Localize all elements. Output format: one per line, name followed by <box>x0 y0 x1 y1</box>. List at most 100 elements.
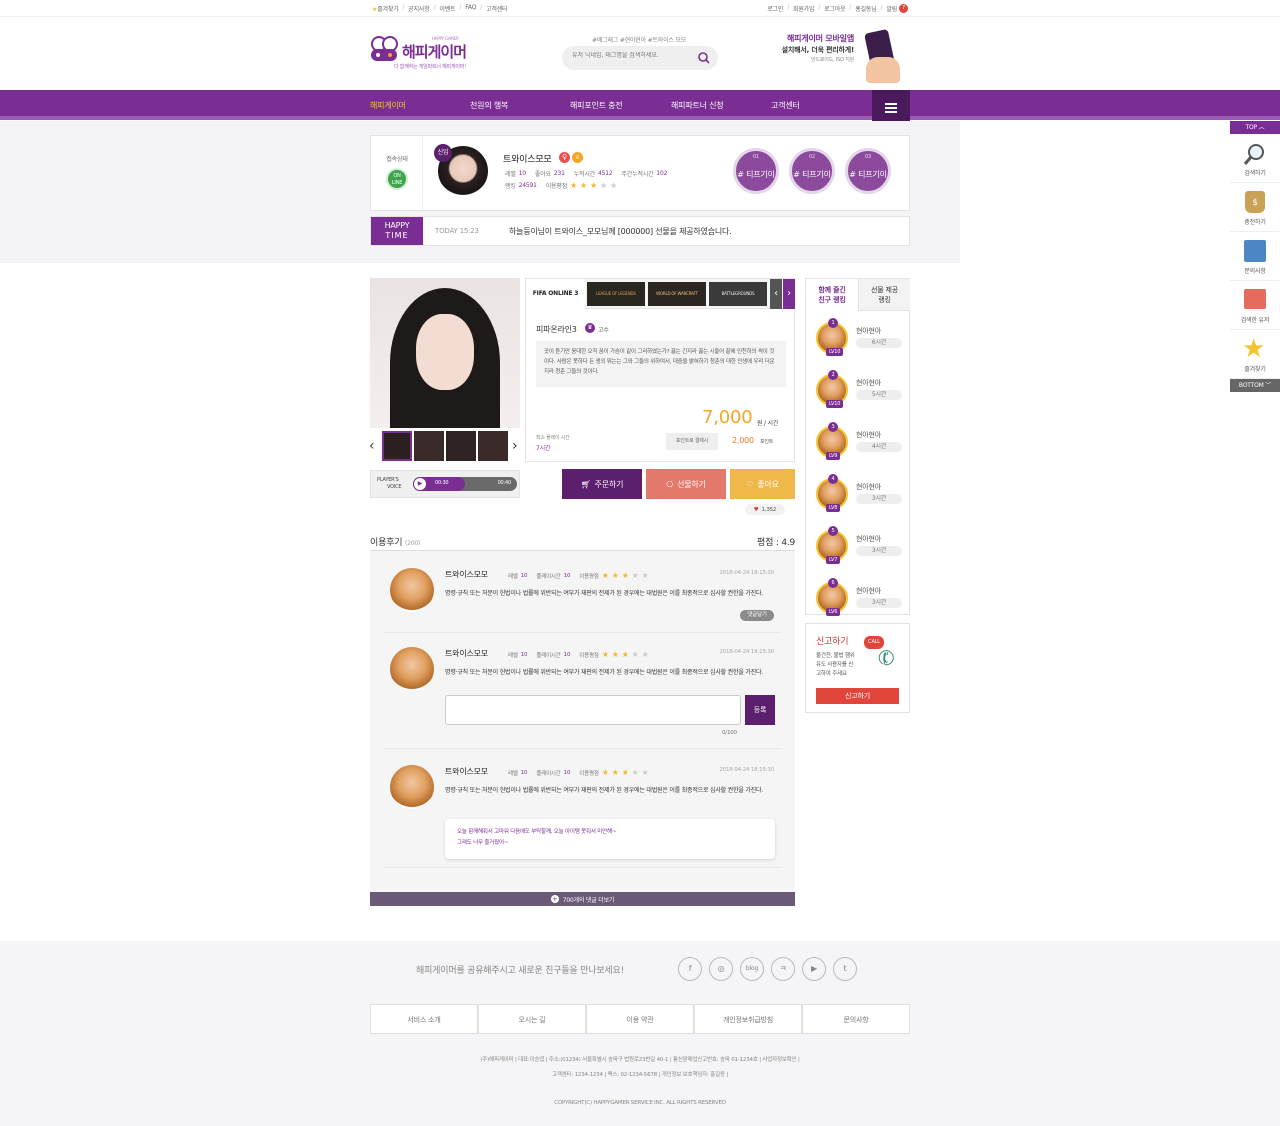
quick-searched-users[interactable]: 검색한 유저 <box>1230 281 1280 330</box>
footer-link-privacy[interactable]: 개인정보취급방침 <box>694 1004 802 1034</box>
review-item: 트와이스모모 레벨 10 플레이시간 10 이용평점 ★ ★ ★ ★ ★ 2018-04-2… <box>384 558 780 633</box>
notice-link[interactable]: 공지사항 <box>408 4 429 13</box>
plus-icon: + <box>550 895 559 903</box>
star-icon: ★ <box>601 650 609 659</box>
tab-prev-icon[interactable]: ‹ <box>770 279 782 309</box>
voice-current-time: 00:30 <box>435 480 449 486</box>
reply-button[interactable]: 댓글달기 <box>740 610 774 621</box>
instagram-icon[interactable]: ◎ <box>709 957 733 981</box>
youtube-icon[interactable]: ▶ <box>802 957 826 981</box>
alarm-link[interactable]: 알림 <box>886 4 897 13</box>
ranking-item[interactable]: 5 LV7 현아현아 3시간 <box>812 526 904 578</box>
nav-partner-apply[interactable]: 해피파트너 신청 <box>671 100 724 111</box>
star-icon: ★ <box>641 571 649 580</box>
nav-thousand-won[interactable]: 천원의 행복 <box>470 100 508 111</box>
happy-time-timestamp: TODAY 15:23 <box>435 227 479 235</box>
tag-button-2[interactable]: 02 # 티프기이 <box>789 148 835 194</box>
review-date: 2018-04-24 18:15:30 <box>719 767 774 773</box>
review-date: 2018-04-24 18:15:30 <box>719 570 774 576</box>
username-link[interactable]: 홍길동님 <box>855 4 876 13</box>
search-input[interactable] <box>572 52 692 59</box>
promo-subtitle: 설치해서, 더욱 편리하게! <box>781 46 855 54</box>
favorites-link[interactable]: ★즐겨찾기 <box>372 4 399 13</box>
star-icon: ★ <box>621 571 629 580</box>
login-link[interactable]: 로그인 <box>767 4 783 13</box>
thumb-next-icon[interactable]: › <box>512 438 518 454</box>
total-time-value: 4512 <box>598 170 613 177</box>
quick-menu: TOP ︿ 검색하기 $ 충전하기 문의사항 검색한 유저 ★ 즐겨찾기 BOTTO… <box>1230 121 1280 392</box>
scroll-top-button[interactable]: TOP ︿ <box>1230 121 1280 134</box>
support-link[interactable]: 고객센터 <box>486 4 507 13</box>
reply-submit-button[interactable]: 등록 <box>745 695 775 725</box>
nav-customer-center[interactable]: 고객센터 <box>771 100 800 111</box>
mobile-app-promo[interactable]: 해피게이머 모바일앱 설치해서, 더욱 편리하게! 안드로이드, ISO 지원 <box>760 23 912 89</box>
price-value: 7,000 <box>702 407 753 428</box>
ranking-item[interactable]: 4 LV8 현아현아 3시간 <box>812 474 904 526</box>
menu-button[interactable] <box>872 90 910 124</box>
heart-icon: ♥ <box>753 506 759 513</box>
star-icon: ★ <box>611 768 619 777</box>
star-icon: ★ <box>601 571 609 580</box>
order-button[interactable]: 🛒︎ 주문하기 <box>562 469 642 499</box>
profile-stats: 레벨 10 좋아요 231 누적시간 4512 주간누적시간 102 <box>505 170 668 178</box>
tab-lol[interactable]: LEAGUE OF LEGENDS <box>587 282 645 306</box>
voice-player: PLAYER'S VOICE ▶ 00:30 00:40 <box>370 470 520 498</box>
signup-link[interactable]: 회원가입 <box>793 4 814 13</box>
copyright: COPYRIGHT(C) HAPPYGAMER SERVICE INC. ALL… <box>554 1100 726 1106</box>
quick-favorites[interactable]: ★ 즐겨찾기 <box>1230 330 1280 379</box>
play-icon[interactable]: ▶ <box>414 478 426 490</box>
blog-icon[interactable]: blog <box>740 957 764 981</box>
thumbnail-2[interactable] <box>414 431 444 461</box>
star-icon: ★ <box>631 768 639 777</box>
facebook-icon[interactable]: f <box>678 957 702 981</box>
footer-link-terms[interactable]: 이용 약관 <box>586 1004 694 1034</box>
faq-link[interactable]: FAQ <box>465 4 476 13</box>
kakao-icon[interactable]: ㅋ <box>771 957 795 981</box>
logout-link[interactable]: 로그아웃 <box>824 4 845 13</box>
thumbnail-4[interactable] <box>478 431 508 461</box>
more-reviews-button[interactable]: +700개의 댓글 더보기 <box>370 892 795 906</box>
logo-tagline: 다 함께하는 게임파트너 해피게이머! <box>394 64 466 70</box>
report-button[interactable]: 신고하기 <box>816 688 899 704</box>
twitter-icon[interactable]: t <box>833 957 857 981</box>
event-link[interactable]: 이벤트 <box>439 4 455 13</box>
ranking-item[interactable]: 1 LV10 현아현아 6시간 <box>812 318 904 370</box>
footer-link-about[interactable]: 서비스 소개 <box>370 1004 478 1034</box>
tag-button-1[interactable]: 01 # 티프기이 <box>733 148 779 194</box>
search-icon[interactable] <box>698 52 710 64</box>
game-grade: 고수 <box>598 327 609 334</box>
tab-battlegrounds[interactable]: BATTLEGROUNDS <box>709 282 767 306</box>
logo[interactable]: HAPPY GAMER 해피게이머 다 함께하는 게임파트너 해피게이머! <box>370 33 480 71</box>
scroll-bottom-button[interactable]: BOTTOM ﹀ <box>1230 379 1280 392</box>
like-button[interactable]: ♡ 좋아요 <box>730 469 795 499</box>
ranking-tab-friends[interactable]: 함께 즐긴 친구 랭킹 <box>806 279 858 311</box>
tab-next-icon[interactable]: › <box>783 279 795 309</box>
tab-wow[interactable]: WORLD OF WARCRAFT <box>648 282 706 306</box>
thumb-prev-icon[interactable]: ‹ <box>369 438 375 454</box>
tab-fifa-online[interactable]: FIFA ONLINE 3 <box>526 279 585 309</box>
footer-link-inquiry[interactable]: 문의사항 <box>802 1004 910 1034</box>
contact-info: 고객센터: 1234-1234 | 팩스: 02-1234-5678 | 개인정… <box>551 1072 729 1078</box>
online-badge: ON LINE <box>386 168 408 190</box>
footer-link-directions[interactable]: 오시는 길 <box>478 1004 586 1034</box>
thumbnail-1[interactable] <box>382 431 412 461</box>
quick-search[interactable]: 검색하기 <box>1230 134 1280 183</box>
hashtag-list[interactable]: #배그래그 #현아현아 #트와이스 모모 <box>592 35 686 44</box>
ranking-item[interactable]: 3 LV9 현아현아 4시간 <box>812 422 904 474</box>
voice-track[interactable]: ▶ 00:30 00:40 <box>413 477 517 491</box>
quick-charge[interactable]: $ 충전하기 <box>1230 183 1280 232</box>
voice-total-time: 00:40 <box>497 480 512 486</box>
tag-button-3[interactable]: 03 # 티프기이 <box>845 148 891 194</box>
reply-char-counter: 0/100 <box>722 730 737 736</box>
ranking-tab-gift[interactable]: 선물 제공 랭킹 <box>858 279 910 311</box>
nav-home[interactable]: 해피게이머 <box>370 100 406 111</box>
reply-textarea[interactable] <box>445 695 741 725</box>
ranking-item[interactable]: 2 LV10 현아현아 5시간 <box>812 370 904 422</box>
quick-inquiry[interactable]: 문의사항 <box>1230 232 1280 281</box>
promo-title: 해피게이머 모바일앱 <box>786 34 854 43</box>
gift-button[interactable]: ⎔ 선물하기 <box>646 469 726 499</box>
hand-illustration <box>866 57 900 83</box>
point-unit: 포인트 <box>760 439 774 445</box>
thumbnail-3[interactable] <box>446 431 476 461</box>
nav-point-charge[interactable]: 해피포인트 충전 <box>570 100 623 111</box>
